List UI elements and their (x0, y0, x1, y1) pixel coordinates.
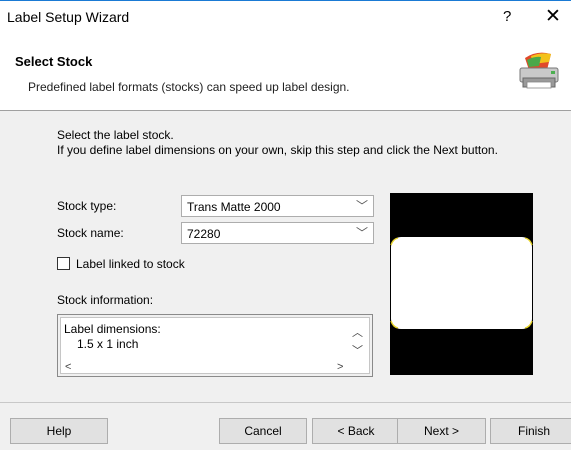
footer-divider (0, 402, 571, 403)
close-icon[interactable]: ✕ (545, 5, 561, 28)
help-button[interactable]: Help (10, 418, 108, 444)
finish-button[interactable]: Finish (490, 418, 571, 444)
printer-icon (519, 52, 559, 89)
title-bar: Label Setup Wizard ? ✕ (0, 0, 571, 34)
stock-name-value: 72280 (187, 227, 221, 241)
scroll-right-icon[interactable]: > (337, 361, 343, 373)
stock-info-line-2: 1.5 x 1 inch (77, 337, 139, 351)
stock-type-value: Trans Matte 2000 (187, 200, 281, 214)
label-preview (390, 193, 533, 375)
intro-line-2: If you define label dimensions on your o… (57, 143, 498, 157)
wizard-header: Select Stock Predefined label formats (s… (0, 34, 571, 111)
stock-type-label: Stock type: (57, 199, 117, 213)
label-corner-marks (390, 237, 533, 329)
stock-info-label: Stock information: (57, 293, 154, 307)
stock-info-box[interactable]: Label dimensions: 1.5 x 1 inch ︿ ﹀ < > (57, 314, 373, 377)
page-subtitle: Predefined label formats (stocks) can sp… (28, 80, 350, 94)
stock-name-label: Stock name: (57, 226, 124, 240)
window-title: Label Setup Wizard (7, 9, 130, 25)
label-linked-checkbox[interactable] (57, 257, 70, 270)
chevron-down-icon: ﹀ (355, 199, 368, 213)
help-title-button[interactable]: ? (503, 8, 511, 25)
scroll-left-icon[interactable]: < (65, 361, 71, 373)
stock-info-line-1: Label dimensions: (64, 322, 161, 336)
intro-line-1: Select the label stock. (57, 128, 174, 142)
scroll-up-icon[interactable]: ︿ (352, 324, 363, 340)
chevron-down-icon: ﹀ (355, 226, 368, 240)
page-title: Select Stock (15, 54, 93, 69)
cancel-button[interactable]: Cancel (219, 418, 307, 444)
back-button[interactable]: < Back (312, 418, 400, 444)
next-button[interactable]: Next > (397, 418, 486, 444)
stock-info-text-area[interactable]: Label dimensions: 1.5 x 1 inch ︿ ﹀ < > (60, 317, 370, 374)
stock-name-select[interactable]: 72280 ﹀ (181, 222, 374, 244)
scroll-down-icon[interactable]: ﹀ (352, 342, 363, 358)
stock-type-select[interactable]: Trans Matte 2000 ﹀ (181, 195, 374, 217)
label-linked-label[interactable]: Label linked to stock (76, 257, 185, 271)
